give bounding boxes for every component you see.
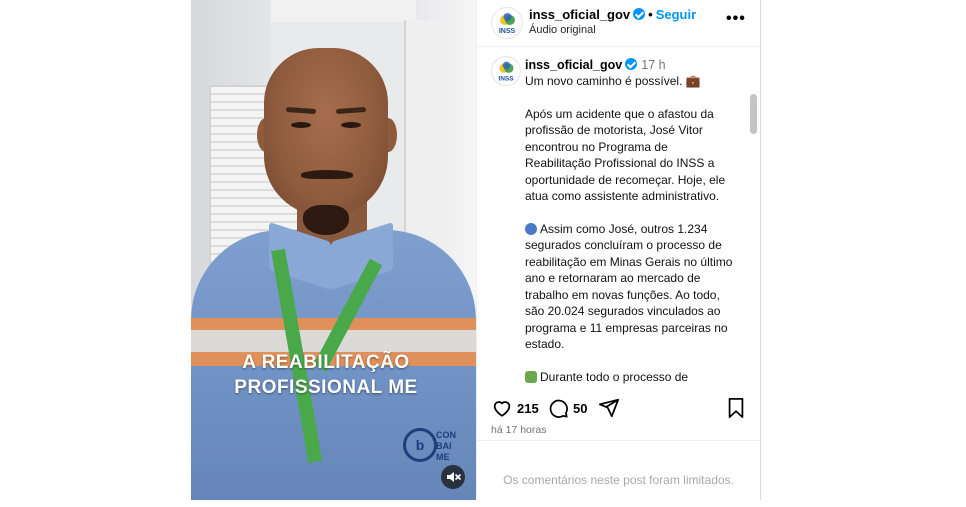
- inss-logo-icon: INSS: [498, 61, 514, 82]
- person-beard: [303, 205, 349, 235]
- post-timestamp: 17 h: [641, 58, 666, 72]
- shirt-logo-icon: b: [403, 428, 437, 462]
- caption-paragraph: Durante todo o processo de reabilitação,…: [540, 369, 689, 384]
- like-count[interactable]: 215: [517, 401, 539, 416]
- caption-scrollbar[interactable]: [750, 94, 757, 134]
- caption-paragraph-with-emoji: Assim como José, outros 1.234 segurados …: [525, 221, 735, 353]
- post-header: INSS inss_oficial_gov • Seguir Áudio origi…: [477, 0, 760, 47]
- shirt-logo-line: BAI: [436, 441, 452, 451]
- caption-paragraph: Assim como José, outros 1.234 segurados …: [525, 221, 733, 352]
- person-head: [264, 48, 388, 216]
- header-username-row: inss_oficial_gov • Seguir: [529, 7, 696, 22]
- video-caption: A REABILITAÇÃO PROFISSIONAL ME: [211, 350, 441, 400]
- header-username[interactable]: inss_oficial_gov: [529, 7, 630, 22]
- share-button[interactable]: [598, 397, 620, 424]
- shirt-logo-line: ME: [436, 452, 450, 462]
- comment-count[interactable]: 50: [573, 401, 587, 416]
- comments-limited-notice: Os comentários neste post foram limitado…: [477, 440, 760, 501]
- shirt-logo-text: CON BAI ME: [436, 430, 476, 463]
- caption-username-row: inss_oficial_gov 17 h: [525, 58, 666, 72]
- post-panel: INSS inss_oficial_gov • Seguir Áudio origi…: [476, 0, 761, 500]
- books-emoji-icon: [525, 370, 537, 383]
- comment-button[interactable]: [547, 397, 569, 424]
- paper-plane-icon: [598, 398, 620, 418]
- caption-paragraph: Após um acidente que o afastou da profis…: [525, 106, 726, 204]
- caption-paragraph: Um novo caminho é possível. 💼: [525, 74, 701, 88]
- mute-button[interactable]: [441, 465, 465, 489]
- svg-text:INSS: INSS: [498, 75, 514, 82]
- post-caption-area[interactable]: INSS inss_oficial_gov 17 h Um novo caminh…: [477, 46, 760, 386]
- caption-username[interactable]: inss_oficial_gov: [525, 58, 622, 72]
- person-emoji-icon: [525, 222, 537, 235]
- caption-text: Um novo caminho é possível. 💼 Após um ac…: [525, 73, 735, 386]
- speaker-muted-icon: [447, 472, 461, 482]
- person-mustache: [301, 170, 353, 179]
- reel-video[interactable]: b CON BAI ME A REABILITAÇÃO PROFISSIONAL…: [191, 0, 476, 500]
- follow-button[interactable]: Seguir: [656, 7, 696, 22]
- person-eye-left: [291, 122, 311, 128]
- comments-limited-text: Os comentários neste post foram limitado…: [503, 473, 734, 487]
- svg-text:INSS: INSS: [499, 28, 516, 35]
- inss-logo-icon: INSS: [499, 13, 516, 35]
- separator-dot: •: [648, 7, 653, 22]
- caption-avatar[interactable]: INSS: [491, 56, 521, 86]
- heart-icon: [493, 401, 511, 417]
- video-caption-line: PROFISSIONAL ME: [234, 377, 418, 398]
- verified-badge-icon: [633, 8, 646, 20]
- profile-avatar[interactable]: INSS: [491, 7, 523, 39]
- video-caption-line: A REABILITAÇÃO: [242, 352, 410, 373]
- verified-badge-icon: [625, 58, 638, 70]
- save-button[interactable]: [726, 397, 746, 424]
- action-bar: 215 50: [477, 388, 760, 428]
- bookmark-icon: [728, 397, 744, 419]
- like-button[interactable]: [491, 397, 513, 424]
- person-eye-right: [341, 122, 361, 128]
- comment-bubble-icon: [549, 399, 568, 418]
- shirt-logo-line: CON: [436, 430, 456, 440]
- original-audio-link[interactable]: Áudio original: [529, 24, 596, 36]
- post-time-ago: há 17 horas: [491, 424, 547, 436]
- more-options-icon[interactable]: •••: [726, 10, 746, 28]
- caption-paragraph-with-emoji: Durante todo o processo de reabilitação,…: [525, 369, 735, 387]
